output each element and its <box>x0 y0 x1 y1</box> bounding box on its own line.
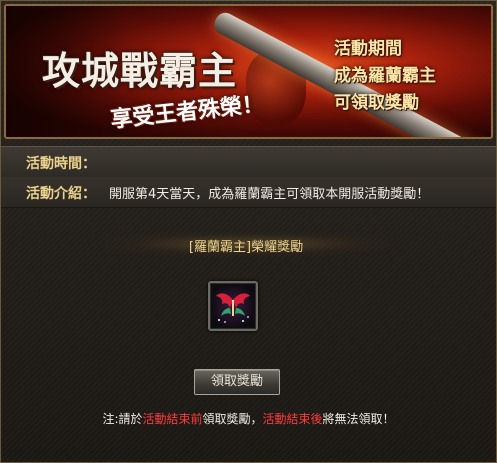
banner-side-line: 活動期間 <box>334 39 402 59</box>
banner-side-text: 活動期間 成為羅蘭霸主 可領取獎勵 <box>334 36 436 117</box>
banner-title: 攻城戰霸主 <box>42 48 238 93</box>
note-prefix: 注:請於 <box>102 412 143 426</box>
reward-item-slot[interactable] <box>208 281 258 331</box>
activity-time-row: 活動時間： <box>1 146 496 178</box>
note-highlight-before-end: 活動結束前 <box>142 412 203 426</box>
activity-time-label: 活動時間： <box>26 156 96 172</box>
note-suffix: 將無法領取！ <box>322 412 395 426</box>
event-banner: 攻城戰霸主 享受王者殊榮！ 活動期間 成為羅蘭霸主 可領取獎勵 <box>4 4 493 139</box>
activity-intro-value: 開服第4天當天，成為羅蘭霸主可領取本開服活動獎勵！ <box>109 187 430 202</box>
red-wings-icon <box>213 286 253 326</box>
banner-side-line: 成為羅蘭霸主 <box>334 66 436 86</box>
reward-section-header: [羅蘭霸主]榮耀獎勵 <box>101 231 391 257</box>
activity-panel: 攻城戰霸主 享受王者殊榮！ 活動期間 成為羅蘭霸主 可領取獎勵 活動時間： 活動… <box>0 0 497 463</box>
note-highlight-after-end: 活動結束後 <box>262 412 323 426</box>
reward-section-title: [羅蘭霸主]榮耀獎勵 <box>188 240 304 255</box>
note-middle: 領取獎勵， <box>202 412 263 426</box>
claim-note: 注:請於活動結束前領取獎勵，活動結束後將無法領取！ <box>1 410 496 427</box>
banner-side-line: 可領取獎勵 <box>334 93 419 113</box>
claim-reward-button[interactable]: 領取獎勵 <box>194 369 280 395</box>
activity-intro-label: 活動介紹： <box>26 186 96 202</box>
activity-intro-row: 活動介紹： 開服第4天當天，成為羅蘭霸主可領取本開服活動獎勵！ <box>1 177 496 208</box>
